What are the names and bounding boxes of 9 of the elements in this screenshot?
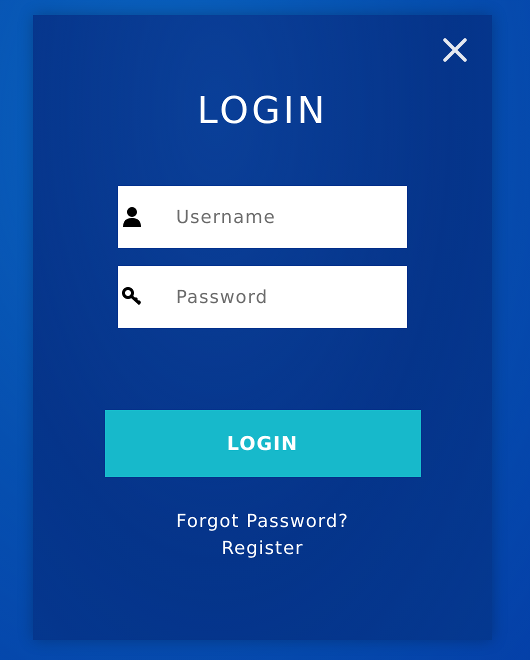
key-icon [121, 286, 143, 306]
link[interactable]: Forgot Password? [176, 511, 349, 533]
dialog-title: LOGIN [197, 89, 328, 133]
user-icon [122, 206, 142, 228]
password-field[interactable]: Password [118, 266, 407, 328]
link[interactable]: Register [221, 538, 304, 560]
close-button[interactable] [442, 37, 468, 63]
username-field[interactable]: Username [118, 186, 407, 248]
close-icon [442, 37, 468, 63]
